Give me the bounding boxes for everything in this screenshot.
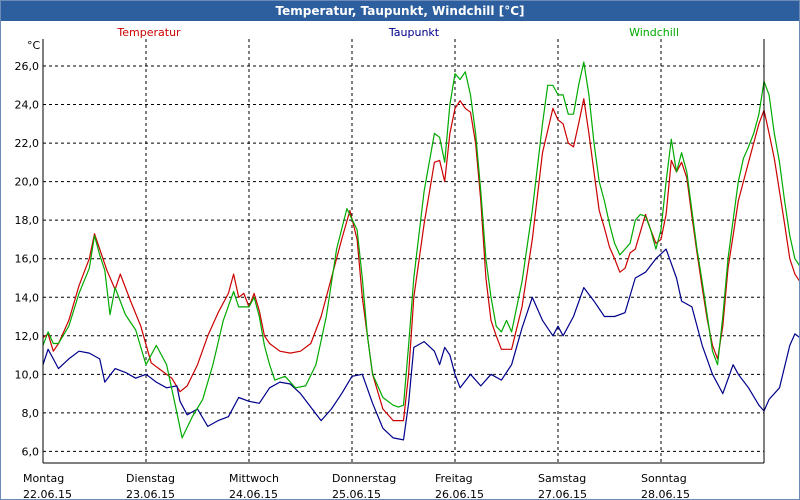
- y-tick-label: 10,0: [15, 368, 40, 381]
- chart-area: 6,0 8,0 10,0 12,0 14,0 16,0 18,0 20,0 22,0 24,0 26…: [15, 26, 799, 499]
- x-tick-day: Sonntag: [641, 472, 687, 485]
- legend-temperatur: Temperatur: [116, 26, 181, 39]
- x-tick-day: Freitag: [435, 472, 473, 485]
- y-axis-unit: °C: [27, 39, 41, 52]
- y-tick-label: 18,0: [15, 214, 40, 227]
- window-title: Temperatur, Taupunkt, Windchill [°C]: [1, 1, 799, 21]
- x-tick-date: 28.06.15: [641, 488, 690, 499]
- chart-window: Temperatur, Taupunkt, Windchill [°C] 6,0…: [0, 0, 800, 500]
- y-tick-label: 26,0: [15, 60, 40, 73]
- y-tick-label: 16,0: [15, 253, 40, 266]
- x-tick-date: 27.06.15: [538, 488, 587, 499]
- x-tick-date: 22.06.15: [23, 488, 72, 499]
- x-tick-date: 26.06.15: [435, 488, 484, 499]
- x-tick-date: 25.06.15: [332, 488, 381, 499]
- y-tick-label: 14,0: [15, 291, 40, 304]
- x-tick-day: Montag: [23, 472, 64, 485]
- y-tick-label: 22,0: [15, 137, 40, 150]
- y-tick-label: 24,0: [15, 99, 40, 112]
- legend-windchill: Windchill: [629, 26, 679, 39]
- legend-taupunkt: Taupunkt: [388, 26, 440, 39]
- y-tick-label: 12,0: [15, 330, 40, 343]
- x-tick-date: 24.06.15: [229, 488, 278, 499]
- x-tick-date: 23.06.15: [126, 488, 175, 499]
- x-tick-day: Mittwoch: [229, 472, 279, 485]
- y-tick-label: 6,0: [22, 445, 40, 458]
- x-tick-day: Samstag: [538, 472, 586, 485]
- x-tick-day: Donnerstag: [332, 472, 396, 485]
- x-tick-day: Dienstag: [126, 472, 175, 485]
- y-tick-label: 8,0: [22, 407, 40, 420]
- y-tick-label: 20,0: [15, 176, 40, 189]
